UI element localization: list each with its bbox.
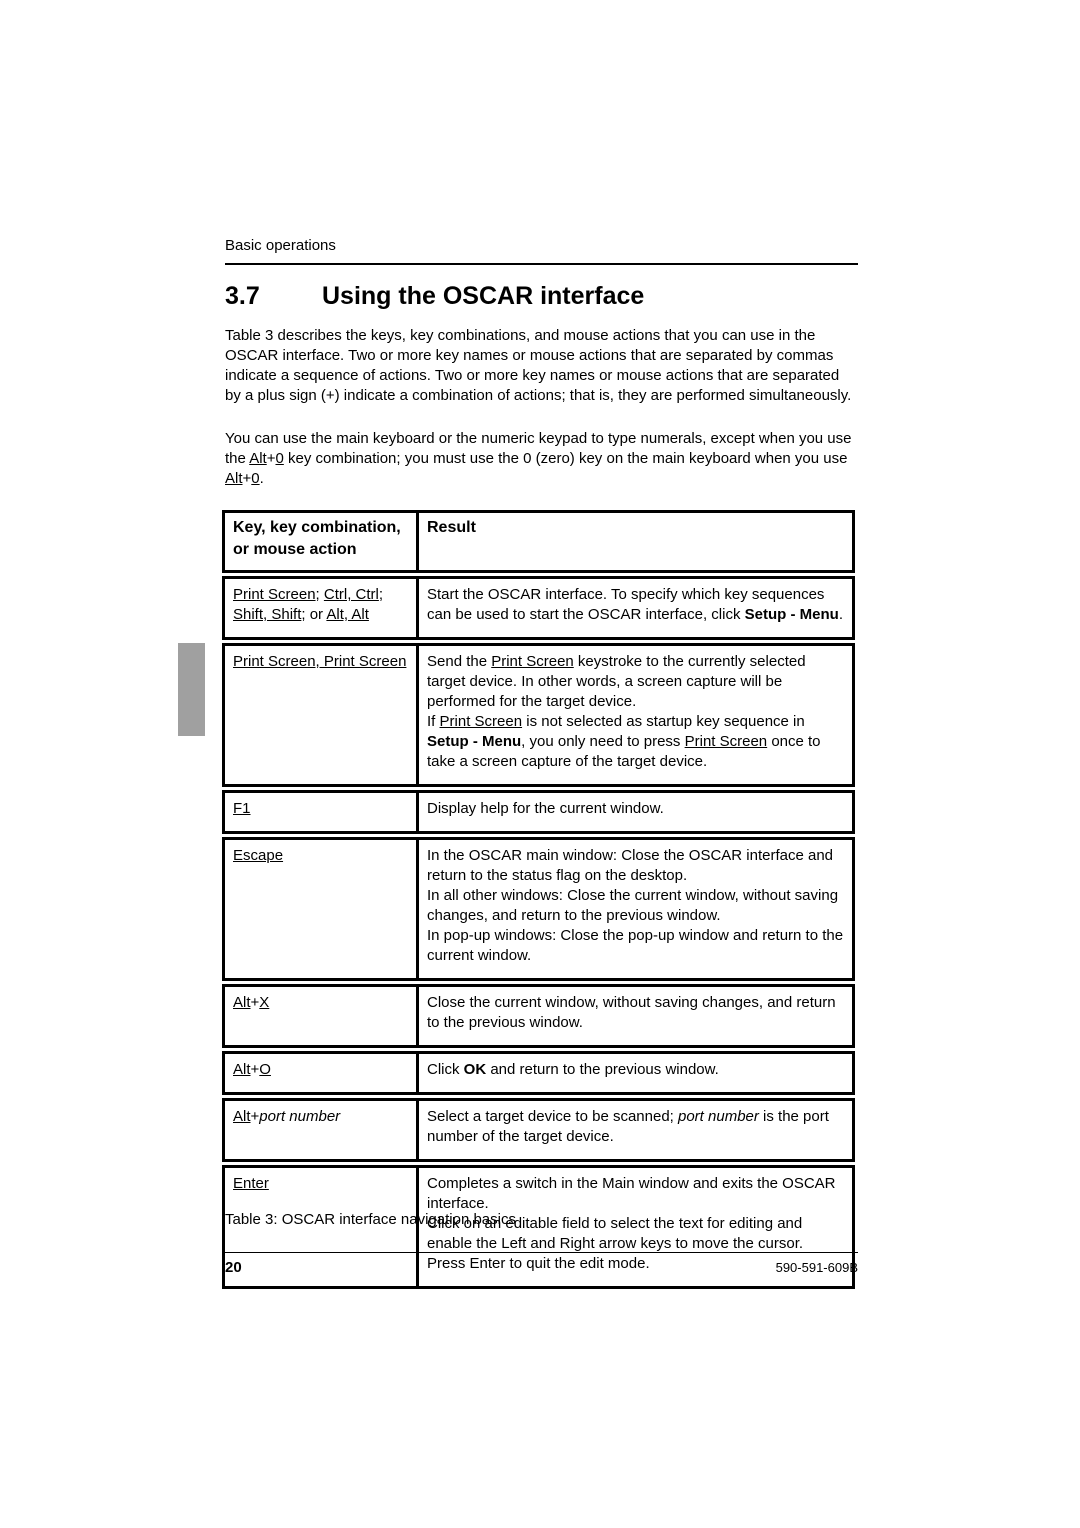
running-head: Basic operations	[225, 237, 336, 254]
result-cell: Send the Print Screen keystroke to the c…	[419, 646, 852, 784]
table-caption: Table 3: OSCAR interface navigation basi…	[225, 1211, 516, 1228]
text: and return to the previous window.	[486, 1061, 719, 1078]
key-cell: Escape	[225, 840, 419, 978]
text: ; or	[301, 606, 327, 623]
text: In the OSCAR main window: Close the OSCA…	[427, 847, 834, 884]
key: Print Screen	[684, 733, 768, 750]
chapter-thumb-tab	[178, 643, 205, 736]
table-row: Escape In the OSCAR main window: Close t…	[222, 837, 855, 981]
text: Select a target device to be scanned;	[427, 1108, 678, 1125]
key: O	[259, 1061, 271, 1078]
key: Ctrl, Ctrl	[323, 586, 379, 603]
key: X	[259, 994, 270, 1011]
header-result: Result	[427, 519, 476, 536]
key: Enter	[233, 1175, 269, 1192]
text: In all other windows: Close the current …	[427, 887, 839, 924]
result-cell: Select a target device to be scanned; po…	[419, 1101, 852, 1159]
text: .	[259, 470, 264, 487]
text: If	[427, 713, 440, 730]
placeholder-term: port number	[678, 1108, 759, 1125]
result-cell: Start the OSCAR interface. To specify wh…	[419, 579, 852, 637]
section-number: 3.7	[225, 282, 260, 310]
result-cell: Click OK and return to the previous wind…	[419, 1054, 852, 1092]
text: is not selected as startup key sequence …	[522, 713, 805, 730]
text: Send the	[427, 653, 492, 670]
result-cell: In the OSCAR main window: Close the OSCA…	[419, 840, 852, 978]
key: Alt	[233, 1061, 251, 1078]
section-heading: Using the OSCAR interface	[322, 282, 645, 310]
header-rule	[225, 263, 858, 265]
key: Escape	[233, 847, 284, 864]
header-key: Key, key combination, or mouse action	[225, 513, 419, 570]
key-cell: Print Screen; Ctrl, Ctrl; Shift, Shift; o…	[225, 579, 419, 637]
footer-rule	[225, 1252, 858, 1253]
key-cell: Print Screen, Print Screen	[225, 646, 419, 784]
key: Print Screen	[233, 586, 316, 603]
table-row: Alt+O Click OK and return to the previou…	[222, 1051, 855, 1095]
plus: +	[250, 1061, 260, 1078]
text: key combination; you must use the 0 (zer…	[283, 450, 848, 467]
key-zero: 0	[251, 470, 260, 487]
key: Shift, Shift	[233, 606, 302, 623]
key-cell: F1	[225, 793, 419, 831]
key: Print Screen	[439, 713, 523, 730]
table-row: F1 Display help for the current window.	[222, 790, 855, 834]
key-cell: Alt+X	[225, 987, 419, 1045]
intro-paragraph-1: Table 3 describes the keys, key combinat…	[225, 327, 852, 404]
placeholder-term: port number	[259, 1108, 341, 1125]
text: .	[838, 606, 843, 623]
key: Print Screen	[491, 653, 574, 670]
key: Alt, Alt	[326, 606, 369, 623]
table-row: Print Screen, Print Screen Send the Prin…	[222, 643, 855, 787]
plus: +	[250, 994, 260, 1011]
menu-ref: Setup - Menu	[744, 606, 839, 623]
table-row: Alt+X Close the current window, without …	[222, 984, 855, 1048]
text: , you only need to press	[521, 733, 685, 750]
key: F1	[233, 800, 251, 817]
key: Print Screen, Print Screen	[233, 653, 407, 670]
text: ;	[378, 586, 384, 603]
table-header-row: Key, key combination, or mouse action Re…	[222, 510, 855, 573]
key: Alt	[233, 994, 251, 1011]
key: Alt	[233, 1108, 251, 1125]
key-alt: Alt	[225, 470, 243, 487]
text: ;	[315, 586, 324, 603]
table-row: Print Screen; Ctrl, Ctrl; Shift, Shift; o…	[222, 576, 855, 640]
result-cell: Close the current window, without saving…	[427, 994, 836, 1031]
plus: +	[250, 1108, 260, 1125]
plus: +	[242, 470, 252, 487]
button-ref: OK	[463, 1061, 487, 1078]
text: Click	[427, 1061, 464, 1078]
navigation-table: Key, key combination, or mouse action Re…	[222, 510, 855, 1289]
page-number: 20	[225, 1259, 242, 1276]
key-zero: 0	[275, 450, 284, 467]
menu-ref: Setup - Menu	[427, 733, 522, 750]
table-row: Alt+port number Select a target device t…	[222, 1098, 855, 1162]
key-cell: Alt+O	[225, 1054, 419, 1092]
text: Completes a switch in the Main window an…	[427, 1175, 836, 1212]
section-title: 3.7 Using the OSCAR interface	[225, 282, 644, 311]
key-cell: Alt+port number	[225, 1101, 419, 1159]
document-id: 590-591-609B	[775, 1260, 858, 1275]
key-alt: Alt	[249, 450, 267, 467]
text: In pop-up windows: Close the pop-up wind…	[427, 927, 844, 964]
intro-paragraph-2: You can use the main keyboard or the num…	[225, 429, 857, 489]
result-cell: Display help for the current window.	[427, 800, 664, 817]
